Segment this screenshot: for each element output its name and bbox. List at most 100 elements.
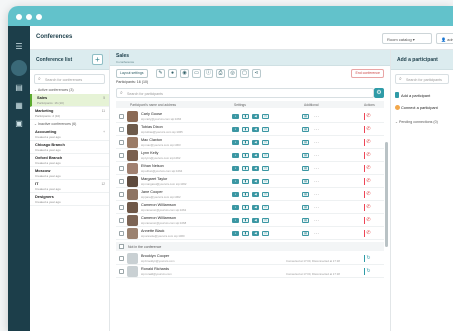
add-conference-button[interactable]: + [92, 54, 103, 65]
camera-icon[interactable]: ▪ [232, 218, 239, 223]
hangup-icon[interactable]: ✆ [364, 126, 371, 133]
edit-icon[interactable]: ✎ [156, 69, 165, 78]
participant-row[interactable]: Margaret Taylor sip:margaret@yourvcs.com … [116, 175, 384, 188]
participant-checkbox[interactable] [119, 153, 124, 158]
participant-row[interactable]: Mac Claxton sip:mac@yourvcs.com sip:1063 ▪… [116, 136, 384, 149]
conference-item[interactable]: Designers Created a year ago [30, 193, 109, 206]
camera-icon[interactable]: ▪ [232, 166, 239, 171]
participant-row[interactable]: Carly Goose sip:carly@yourvcs.com sip:106… [116, 110, 384, 123]
participant-checkbox[interactable] [119, 179, 124, 184]
conference-item[interactable]: Accounting Created a year ago + [30, 128, 109, 141]
camera-icon[interactable]: ▪ [232, 153, 239, 158]
participant-checkbox[interactable] [119, 192, 124, 197]
conferences-icon[interactable] [11, 60, 27, 76]
conference-item[interactable]: Chicago Branch Created a year ago [30, 141, 109, 154]
record-icon[interactable]: ● [168, 69, 177, 78]
screen-share-icon[interactable]: ▭ [262, 153, 269, 158]
menu-icon[interactable]: ☰ [14, 43, 24, 51]
screen-share-icon[interactable]: ▭ [262, 205, 269, 210]
group-checkbox[interactable] [119, 244, 124, 249]
participant-checkbox[interactable] [119, 166, 124, 171]
participant-checkbox[interactable] [119, 140, 124, 145]
calendar-icon[interactable]: ▦ [14, 102, 24, 110]
mic-icon[interactable]: ▮ [242, 192, 249, 197]
speaker-icon[interactable]: ◀ [252, 140, 259, 145]
more-icon[interactable]: ··· [314, 141, 319, 146]
conference-item[interactable]: Moscow Created a year ago [30, 167, 109, 180]
participant-checkbox[interactable] [119, 127, 124, 132]
more-icon[interactable]: ··· [314, 193, 319, 198]
layout-icon[interactable]: ▤ [302, 192, 309, 197]
lock-icon[interactable]: ⎙ [216, 69, 225, 78]
conference-item[interactable]: Sales Participants: 16 (10) 5 [30, 94, 109, 107]
screen-share-icon[interactable]: ▭ [262, 231, 269, 236]
speaker-icon[interactable]: ◀ [252, 153, 259, 158]
screen-share-icon[interactable]: ▭ [262, 218, 269, 223]
screen-share-icon[interactable]: ▭ [262, 192, 269, 197]
mic-icon[interactable]: ▮ [242, 114, 249, 119]
layout-icon[interactable]: ▤ [302, 218, 309, 223]
participant-search-input[interactable]: ⌕ Search for participants [116, 88, 374, 98]
mic-icon[interactable]: ▮ [242, 153, 249, 158]
participant-checkbox[interactable] [119, 218, 124, 223]
hangup-icon[interactable]: ✆ [364, 217, 371, 224]
inactive-section-header[interactable]: ⌄ Inactive conferences (6) [30, 120, 109, 128]
room-select[interactable]: Room catalog ▾ [382, 33, 432, 44]
more-icon[interactable]: ··· [314, 154, 319, 159]
participant-row[interactable]: Tobias Dixon sip:tobias@yourvcs.com sip:1… [116, 123, 384, 136]
mic-icon[interactable]: ▮ [242, 140, 249, 145]
layout-icon[interactable]: ▤ [302, 140, 309, 145]
more-icon[interactable]: ··· [314, 219, 319, 224]
participant-row[interactable]: Cameron Williamson sip:cameron@yourvcs.co… [116, 214, 384, 227]
stream-icon[interactable]: ◉ [180, 69, 189, 78]
mic-icon[interactable]: ▮ [242, 166, 249, 171]
mic-icon[interactable]: ▮ [242, 218, 249, 223]
mic-icon[interactable]: ▮ [242, 179, 249, 184]
speaker-icon[interactable]: ◀ [252, 231, 259, 236]
settings-icon[interactable]: ▣ [14, 120, 24, 128]
add-participant-search[interactable]: ⌕ Search for participants [395, 74, 449, 84]
screen-share-icon[interactable]: ▭ [262, 114, 269, 119]
user-select[interactable]: 👤 admin [436, 33, 453, 44]
mic-icon[interactable]: ▮ [242, 127, 249, 132]
participant-row[interactable]: Jane Cooper sip:jane@yourvcs.com sip:1062… [116, 188, 384, 201]
participant-row[interactable]: Annette Black sip:annette@yourvcs.com sip… [116, 227, 384, 240]
connect-participant-item[interactable]: Connect a participant [401, 105, 438, 110]
layout-icon[interactable]: ▤ [302, 205, 309, 210]
participant-checkbox[interactable] [119, 231, 124, 236]
offline-participant-row[interactable]: Ronald Richards sip:ronald@yourvcs.com Con… [116, 265, 384, 278]
layout-icon[interactable]: ▤ [302, 231, 309, 236]
screen-icon[interactable]: ▭ [192, 69, 201, 78]
conference-search-input[interactable]: ⌕ Search for conferences [34, 74, 105, 84]
hangup-icon[interactable]: ✆ [364, 178, 371, 185]
call-icon[interactable]: ↻ [364, 255, 371, 262]
mic-icon[interactable]: ▮ [242, 205, 249, 210]
pending-connections-header[interactable]: ⌄ Pending connections (0) [391, 118, 442, 126]
info-icon[interactable]: ⓘ [204, 69, 213, 78]
participant-checkbox[interactable] [119, 269, 124, 274]
hangup-icon[interactable]: ✆ [364, 152, 371, 159]
chat-icon[interactable]: ▢ [240, 69, 249, 78]
participant-checkbox[interactable] [119, 205, 124, 210]
more-icon[interactable]: ··· [314, 206, 319, 211]
participant-checkbox[interactable] [119, 114, 124, 119]
conference-item[interactable]: IT Created a year ago 12 [30, 180, 109, 193]
speaker-icon[interactable]: ◀ [252, 127, 259, 132]
participant-row[interactable]: Cameron Williamson sip:cameron@yourvcs.co… [116, 201, 384, 214]
participant-checkbox[interactable] [119, 256, 124, 261]
more-icon[interactable]: ··· [314, 115, 319, 120]
hangup-icon[interactable]: ✆ [364, 139, 371, 146]
layout-icon[interactable]: ▤ [302, 179, 309, 184]
camera-icon[interactable]: ▪ [232, 114, 239, 119]
layout-settings-button[interactable]: Layout settings [116, 69, 148, 78]
gear-icon[interactable]: ⚙ [374, 88, 384, 98]
end-conference-button[interactable]: End conference [351, 69, 384, 78]
offline-participant-row[interactable]: Brooklyn Cooper sip:brooklyn@yourvcs.com C… [116, 252, 384, 265]
window-dot-minimize[interactable] [26, 14, 32, 20]
speaker-icon[interactable]: ◀ [252, 114, 259, 119]
conference-item[interactable]: Oxford Branch Created a year ago [30, 154, 109, 167]
layout-icon[interactable]: ▤ [302, 153, 309, 158]
screen-share-icon[interactable]: ▭ [262, 179, 269, 184]
not-in-conference-header[interactable]: Not in the conference [116, 242, 384, 251]
camera-icon[interactable]: ▪ [232, 192, 239, 197]
